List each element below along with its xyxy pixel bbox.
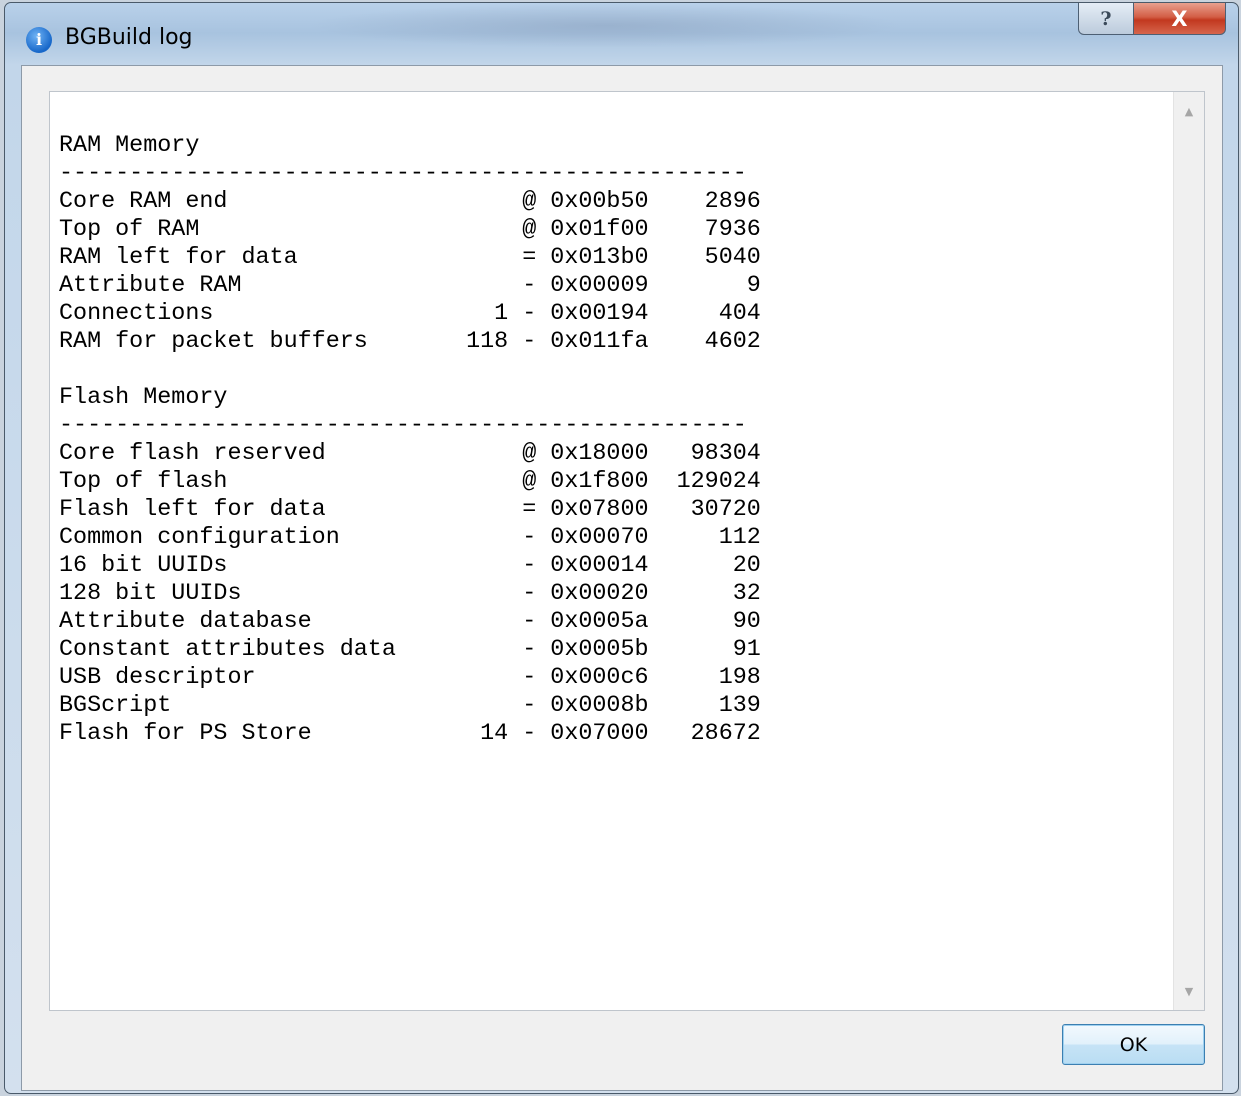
vertical-scrollbar[interactable]: ▲ ▼ bbox=[1173, 92, 1204, 1010]
log-line: RAM left for data = 0x013b0 5040 bbox=[59, 245, 761, 271]
dialog-window: i BGBuild log ? X RAM Memory -----------… bbox=[4, 2, 1239, 1094]
dialog-client-area: RAM Memory -----------------------------… bbox=[21, 65, 1223, 1091]
close-icon: X bbox=[1171, 6, 1188, 31]
log-line: Flash Memory bbox=[59, 385, 228, 411]
scroll-down-icon[interactable]: ▼ bbox=[1174, 976, 1204, 1006]
log-line: ----------------------------------------… bbox=[59, 161, 747, 187]
log-line: Flash for PS Store 14 - 0x07000 28672 bbox=[59, 721, 761, 747]
help-icon: ? bbox=[1100, 7, 1112, 30]
log-line: Attribute RAM - 0x00009 9 bbox=[59, 273, 761, 299]
log-line: Constant attributes data - 0x0005b 91 bbox=[59, 637, 761, 663]
log-line: Core flash reserved @ 0x18000 98304 bbox=[59, 441, 761, 467]
log-text-area[interactable]: RAM Memory -----------------------------… bbox=[49, 91, 1205, 1011]
log-line: Top of RAM @ 0x01f00 7936 bbox=[59, 217, 761, 243]
ok-button[interactable]: OK bbox=[1062, 1024, 1205, 1065]
scroll-up-icon[interactable]: ▲ bbox=[1174, 96, 1204, 126]
log-line: Core RAM end @ 0x00b50 2896 bbox=[59, 189, 761, 215]
log-line: Flash left for data = 0x07800 30720 bbox=[59, 497, 761, 523]
window-title: BGBuild log bbox=[65, 25, 193, 50]
log-line: USB descriptor - 0x000c6 198 bbox=[59, 665, 761, 691]
log-content: RAM Memory -----------------------------… bbox=[59, 132, 761, 748]
close-button[interactable]: X bbox=[1134, 3, 1226, 35]
caption-buttons: ? X bbox=[1078, 3, 1226, 36]
log-line: Attribute database - 0x0005a 90 bbox=[59, 609, 761, 635]
log-line: 128 bit UUIDs - 0x00020 32 bbox=[59, 581, 761, 607]
info-icon: i bbox=[26, 27, 52, 53]
log-line: RAM Memory bbox=[59, 133, 200, 159]
log-line: Connections 1 - 0x00194 404 bbox=[59, 301, 761, 327]
log-line: RAM for packet buffers 118 - 0x011fa 460… bbox=[59, 329, 761, 355]
log-line: BGScript - 0x0008b 139 bbox=[59, 693, 761, 719]
help-button[interactable]: ? bbox=[1078, 3, 1134, 35]
log-line: ----------------------------------------… bbox=[59, 413, 747, 439]
log-line: Top of flash @ 0x1f800 129024 bbox=[59, 469, 761, 495]
log-line: 16 bit UUIDs - 0x00014 20 bbox=[59, 553, 761, 579]
log-line: Common configuration - 0x00070 112 bbox=[59, 525, 761, 551]
